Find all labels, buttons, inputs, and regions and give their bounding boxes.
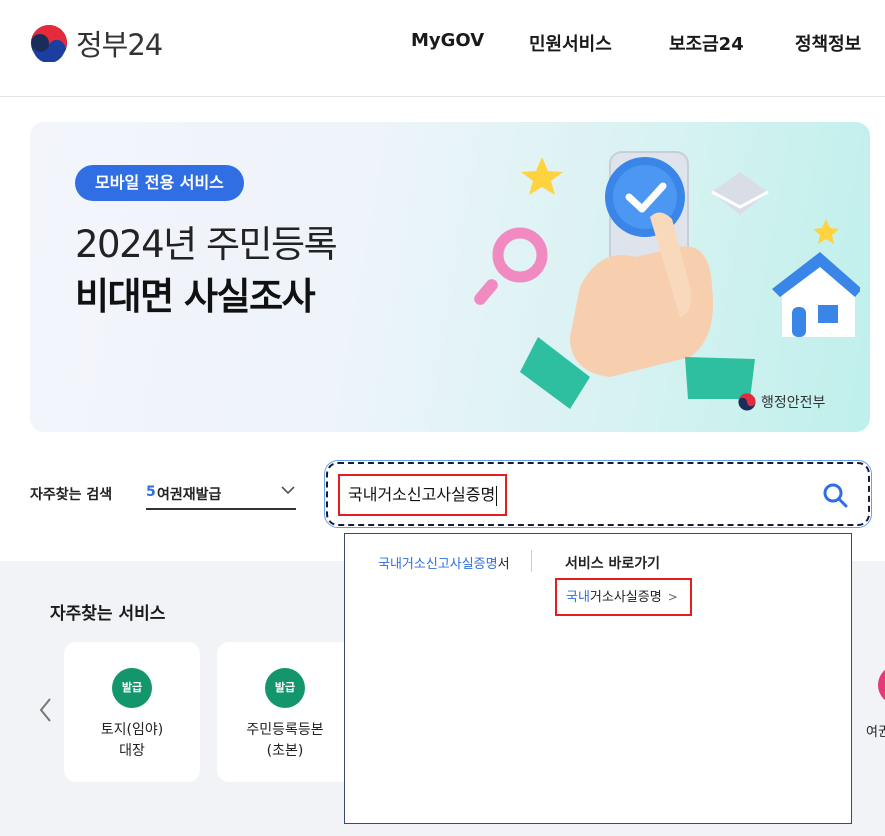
suggestion-match: 국내거소신고사실증명 xyxy=(378,557,498,572)
issue-badge: 발급 xyxy=(265,668,305,708)
chevron-right-icon: > xyxy=(667,590,678,604)
promo-banner[interactable]: 모바일 전용 서비스 2024년 주민등록 비대면 사실조사 행정안전부 xyxy=(30,122,870,432)
search-query-text: 국내거소신고사실증명 xyxy=(348,485,496,504)
service-name: 주민등록등본 (초본) xyxy=(246,722,324,759)
house-icon xyxy=(772,252,860,337)
service-card[interactable]: 발급 토지(임야) 대장 xyxy=(64,642,200,782)
autocomplete-suggestion[interactable]: 국내거소신고사실증명서 xyxy=(378,553,510,572)
magnifier-icon xyxy=(474,227,548,305)
partial-card-badge xyxy=(878,665,885,705)
shortcut-match: 국내 xyxy=(566,590,590,605)
logo-text: 정부24 xyxy=(76,28,163,62)
nav-civil-service[interactable]: 민원서비스 xyxy=(529,30,612,56)
chevron-left-icon[interactable] xyxy=(36,695,56,725)
text-caret xyxy=(496,485,498,506)
suggestion-rest: 서 xyxy=(497,557,510,572)
partial-service-name[interactable]: 여권 xyxy=(866,721,885,740)
issue-badge: 발급 xyxy=(112,668,152,708)
service-name: 토지(임야) 대장 xyxy=(100,722,164,759)
site-header: 정부24 MyGOV 민원서비스 보조금24 정책정보 xyxy=(0,0,885,97)
star-icon xyxy=(813,219,839,244)
search-icon[interactable] xyxy=(822,482,848,508)
shortcut-rest: 거소사실증명 xyxy=(589,590,662,605)
nav-policy-info[interactable]: 정책정보 xyxy=(795,30,861,56)
banner-org-name: 행정안전부 xyxy=(761,395,826,411)
banner-org: 행정안전부 xyxy=(738,392,825,412)
autocomplete-dropdown: 국내거소신고사실증명서 서비스 바로가기 국내거소사실증명 > xyxy=(344,533,852,824)
star-icon xyxy=(521,157,563,195)
banner-badge: 모바일 전용 서비스 xyxy=(75,165,244,201)
service-shortcut-title: 서비스 바로가기 xyxy=(565,556,661,572)
favorite-search-label: 자주찾는 검색 xyxy=(30,487,113,503)
banner-title-line1: 2024년 주민등록 xyxy=(75,223,338,266)
taegeuk-logo-icon xyxy=(30,24,68,62)
chevron-down-icon xyxy=(281,486,295,495)
taegeuk-small-icon xyxy=(738,393,756,411)
service-card[interactable]: 발급 주민등록등본 (초본) xyxy=(217,642,353,782)
favorite-search-value: 여권재발급 xyxy=(157,487,222,503)
nav-mygov[interactable]: MyGOV xyxy=(411,30,484,51)
favorite-search-rank: 5 xyxy=(146,484,156,500)
divider xyxy=(531,550,532,572)
logo[interactable]: 정부24 xyxy=(30,22,163,64)
search-query-highlight: 국내거소신고사실증명 xyxy=(338,474,508,516)
envelope-icon xyxy=(711,172,769,215)
service-shortcut-link[interactable]: 국내거소사실증명 > xyxy=(555,578,692,616)
phone-hand-illustration xyxy=(474,151,860,409)
search-input[interactable]: 국내거소신고사실증명 xyxy=(324,460,872,528)
frequent-services-title: 자주찾는 서비스 xyxy=(50,604,166,624)
favorite-search-select[interactable]: 5 여권재발급 xyxy=(146,476,296,510)
nav-subsidy24[interactable]: 보조금24 xyxy=(669,30,744,56)
banner-title-line2: 비대면 사실조사 xyxy=(75,275,316,318)
